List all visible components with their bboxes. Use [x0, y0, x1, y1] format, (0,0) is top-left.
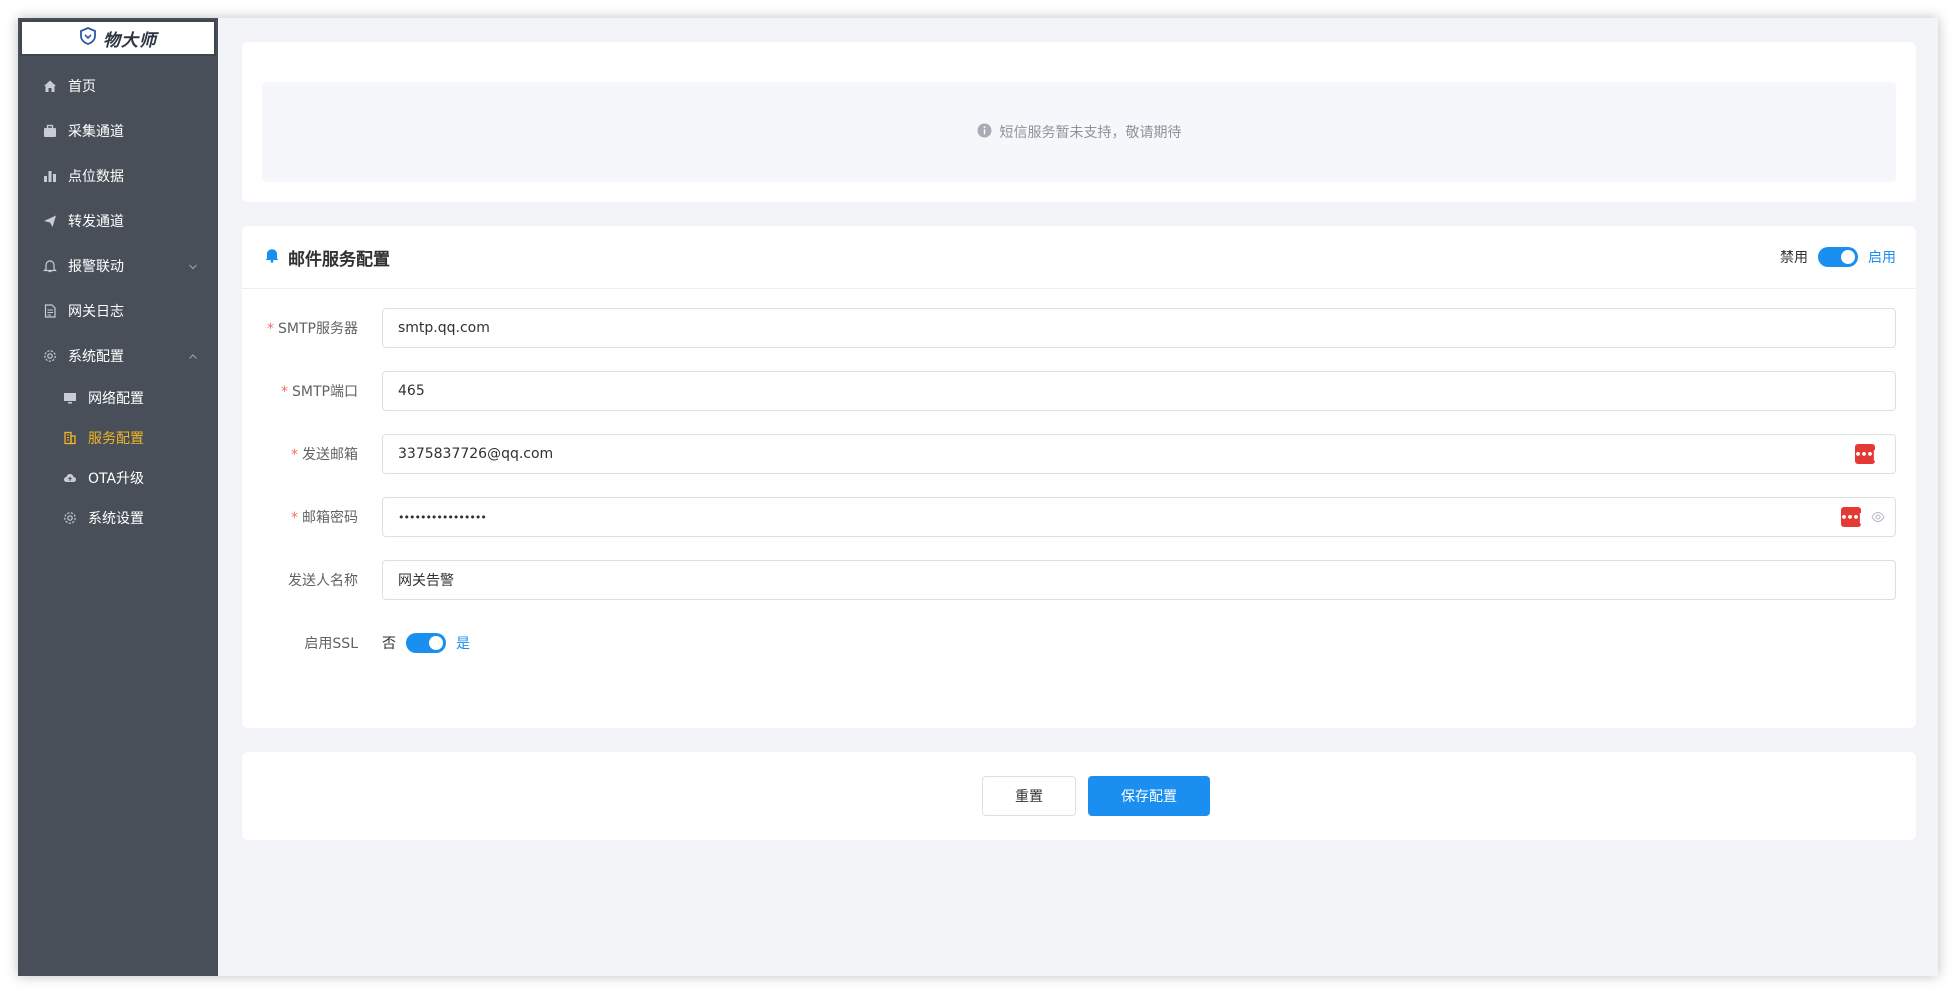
chevron-down-icon [188, 260, 198, 276]
sidebar-item-label: 系统设置 [88, 511, 144, 527]
sidebar-item-label: 采集通道 [68, 124, 124, 140]
switch-off-label: 否 [382, 636, 396, 652]
sender-name-input[interactable]: 网关告警 [382, 560, 1896, 600]
sms-notice-text: 短信服务暂未支持，敬请期待 [999, 125, 1182, 141]
briefcase-icon [42, 123, 58, 139]
form-label: * SMTP服务器 [267, 321, 358, 337]
form-row-ssl: 启用SSL 否 是 [242, 623, 1916, 663]
email-enable-switch[interactable] [1818, 247, 1858, 267]
chevron-up-icon [188, 350, 198, 366]
gear-icon [42, 348, 58, 364]
password-input[interactable]: •••••••••••••••• •••| [382, 497, 1896, 537]
form-label: * SMTP端口 [281, 384, 358, 400]
required-mark: * [281, 384, 289, 400]
required-mark: * [291, 510, 298, 526]
form-row-smtp-port: * SMTP端口 465 [242, 371, 1916, 411]
logo-icon [79, 27, 97, 49]
smtp-port-input[interactable]: 465 [382, 371, 1896, 411]
ssl-switch-group: 否 是 [382, 633, 470, 653]
password-manager-icon[interactable]: •••| [1840, 507, 1863, 527]
form-label: 启用SSL [304, 636, 358, 652]
sidebar-item-network-config[interactable]: 网络配置 [18, 376, 218, 420]
sidebar-item-ota-upgrade[interactable]: OTA升级 [18, 456, 218, 500]
bell-icon [42, 258, 58, 274]
sidebar-item-home[interactable]: 首页 [18, 64, 218, 108]
email-enable-switch-group: 禁用 启用 [1780, 247, 1896, 267]
sidebar-item-label: 报警联动 [68, 259, 124, 275]
cloud-upload-icon [62, 470, 78, 486]
send-icon [42, 213, 58, 229]
bar-chart-icon [42, 168, 58, 184]
sidebar-item-label: 网络配置 [88, 391, 144, 407]
sidebar-item-label: 系统配置 [68, 349, 124, 365]
smtp-server-input[interactable]: smtp.qq.com [382, 308, 1896, 348]
sidebar-item-label: 转发通道 [68, 214, 124, 230]
sidebar-item-label: 服务配置 [88, 431, 144, 447]
sidebar-item-gateway-log[interactable]: 网关日志 [18, 289, 218, 333]
switch-on-label: 启用 [1868, 250, 1896, 266]
form-row-sender-email: * 发送邮箱 3375837726@qq.com •••| [242, 434, 1916, 474]
sidebar-item-label: 首页 [68, 79, 96, 95]
form-row-smtp-server: * SMTP服务器 smtp.qq.com [242, 308, 1916, 348]
bell-icon [264, 247, 280, 267]
home-icon [42, 78, 58, 94]
sidebar-item-service-config[interactable]: 服务配置 [18, 416, 218, 460]
form-label: * 邮箱密码 [291, 510, 358, 526]
actions-card: 重置 保存配置 [242, 752, 1916, 840]
building-icon [62, 430, 78, 446]
sidebar-item-forward-channel[interactable]: 转发通道 [18, 199, 218, 243]
reset-button[interactable]: 重置 [982, 776, 1076, 816]
monitor-icon [62, 390, 78, 406]
logo-text: 物大师 [103, 30, 157, 51]
form-label: * 发送邮箱 [291, 447, 358, 463]
switch-on-label: 是 [456, 636, 470, 652]
document-icon [42, 303, 58, 319]
sidebar-item-point-data[interactable]: 点位数据 [18, 154, 218, 198]
sidebar-item-system-config[interactable]: 系统配置 [18, 334, 218, 378]
sidebar-item-label: 点位数据 [68, 169, 124, 185]
eye-icon[interactable] [1871, 511, 1885, 527]
required-mark: * [291, 447, 298, 463]
sidebar-item-label: 网关日志 [68, 304, 124, 320]
password-manager-icon[interactable]: •••| [1854, 444, 1877, 464]
sms-notice: 短信服务暂未支持，敬请期待 [262, 82, 1896, 182]
info-icon [977, 123, 992, 142]
email-card-title: 邮件服务配置 [288, 249, 390, 270]
required-mark: * [267, 321, 275, 337]
gear-icon [62, 510, 78, 526]
sidebar-item-system-settings[interactable]: 系统设置 [18, 496, 218, 540]
app-window: 物大师 首页 采集通道 点位数据 转发通道 报警联动 网关日志 系统配置 网络配… [18, 18, 1938, 976]
sender-email-input[interactable]: 3375837726@qq.com •••| [382, 434, 1896, 474]
sms-service-card: 短信服务暂未支持，敬请期待 [242, 42, 1916, 202]
logo[interactable]: 物大师 [20, 20, 216, 56]
form-row-sender-name: 发送人名称 网关告警 [242, 560, 1916, 600]
sidebar: 物大师 首页 采集通道 点位数据 转发通道 报警联动 网关日志 系统配置 网络配… [18, 18, 218, 976]
email-card-header: 邮件服务配置 禁用 启用 [242, 226, 1916, 289]
ssl-switch[interactable] [406, 633, 446, 653]
form-label: 发送人名称 [288, 573, 358, 589]
switch-off-label: 禁用 [1780, 250, 1808, 266]
sidebar-item-collect-channel[interactable]: 采集通道 [18, 109, 218, 153]
sidebar-item-label: OTA升级 [88, 471, 145, 487]
form-row-password: * 邮箱密码 •••••••••••••••• •••| [242, 497, 1916, 537]
save-config-button[interactable]: 保存配置 [1088, 776, 1210, 816]
email-service-card: 邮件服务配置 禁用 启用 * SMTP服务器 smtp.qq.com * SMTP端… [242, 226, 1916, 728]
sidebar-item-alarm[interactable]: 报警联动 [18, 244, 218, 288]
